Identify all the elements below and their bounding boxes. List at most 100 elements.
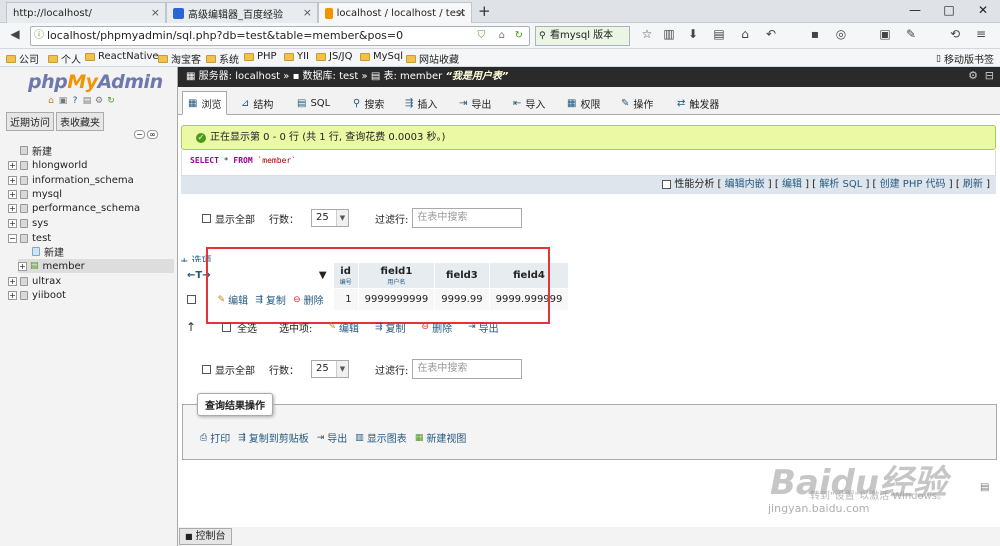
bookmark-folder[interactable]: 公司 <box>6 51 39 66</box>
tree-db-performance-schema[interactable]: + performance_schema <box>8 201 140 215</box>
extension-icon[interactable]: ▪ <box>806 27 824 41</box>
refresh-link[interactable]: 刷新 <box>963 179 983 190</box>
rows-select[interactable]: 25 ▼ <box>311 209 349 227</box>
bookmark-folder[interactable]: 个人 <box>48 51 81 66</box>
collapse-icon[interactable]: ⊟ <box>985 69 994 82</box>
print-button[interactable]: ⎙ 打印 <box>200 430 230 446</box>
screenshot-icon[interactable]: ▣ <box>876 27 894 41</box>
home-icon[interactable]: ⌂ <box>499 27 505 45</box>
help-icon[interactable]: ? <box>70 96 80 106</box>
maximize-button[interactable]: □ <box>932 0 966 22</box>
collapse-all-icon[interactable]: − <box>134 130 145 139</box>
tab-search[interactable]: ⚲ 搜索 <box>348 91 389 115</box>
export-button[interactable]: ⇥ 导出 <box>317 430 348 446</box>
bulk-delete-button[interactable]: ⊖ 删除 <box>422 320 453 335</box>
create-view-button[interactable]: ▦ 新建视图 <box>415 430 467 446</box>
cell-field1[interactable]: 9999999999 <box>358 288 436 310</box>
link-icon[interactable]: ∞ <box>147 130 158 139</box>
breadcrumb-table[interactable]: member <box>400 71 442 82</box>
collapse-icon[interactable]: − <box>8 233 17 243</box>
explain-sql-link[interactable]: 解析 SQL <box>819 179 862 190</box>
select-all-checkbox[interactable] <box>222 322 232 332</box>
show-all-checkbox[interactable] <box>202 213 211 223</box>
settings-icon[interactable]: ⚙ <box>968 69 978 82</box>
search-box[interactable]: ⚲ 看mysql 版本 <box>535 26 630 46</box>
expand-icon[interactable]: + <box>18 261 27 271</box>
minimize-button[interactable]: — <box>898 0 932 22</box>
tab-browse[interactable]: ▦ 浏览 <box>182 91 228 115</box>
copy-clipboard-button[interactable]: ⇶ 复制到剪贴板 <box>238 430 309 446</box>
bulk-copy-button[interactable]: ⇶ 复制 <box>375 320 406 335</box>
recent-tab[interactable]: 近期访问 <box>6 112 54 131</box>
back-arrow-icon[interactable]: ◀ <box>6 27 24 41</box>
logout-icon[interactable]: ▣ <box>58 96 68 106</box>
tab-export[interactable]: ⇥ 导出 <box>454 91 496 115</box>
filter-input[interactable]: 在表中搜索 <box>412 359 523 379</box>
expand-icon[interactable]: + <box>8 203 17 213</box>
display-chart-button[interactable]: ▥ 显示图表 <box>355 430 407 446</box>
tree-db-mysql[interactable]: + mysql <box>8 187 62 201</box>
reader-icon[interactable]: ▤ <box>710 27 728 41</box>
tree-new-database[interactable]: 新建 <box>8 143 52 158</box>
column-header-field1[interactable]: field1 用户名 <box>357 262 436 289</box>
edit-link[interactable]: 编辑 <box>782 179 802 190</box>
delete-row-button[interactable]: ⊖ 删除 <box>293 292 324 308</box>
browser-tab-baidu[interactable]: 高级编辑器_百度经验 × <box>166 2 318 23</box>
brush-icon[interactable]: ✎ <box>902 27 920 41</box>
address-bar[interactable]: ⓘ localhost/phpmyadmin/sql.php?db=test&t… <box>30 26 530 46</box>
bookmark-folder[interactable]: ReactNative <box>85 51 159 62</box>
tree-db-ultrax[interactable]: + ultrax <box>8 274 61 288</box>
cell-field3[interactable]: 9999.99 <box>434 288 490 310</box>
phpmyadmin-logo[interactable]: phpMyAdmin <box>28 71 163 93</box>
copy-row-button[interactable]: ⇶ 复制 <box>255 292 286 308</box>
show-all-checkbox[interactable] <box>202 364 211 374</box>
tab-privileges[interactable]: ▦ 权限 <box>562 91 605 115</box>
mobile-bookmarks[interactable]: ▯ 移动版书签 <box>936 51 994 67</box>
bookmark-folder[interactable]: JS/JQ <box>316 51 353 62</box>
row-checkbox[interactable] <box>186 294 196 304</box>
browser-tab-localhost[interactable]: http://localhost/ × <box>6 2 166 23</box>
bookmark-folder[interactable]: PHP <box>244 51 277 62</box>
browser-tab-phpmyadmin[interactable]: localhost / localhost / test × <box>318 2 472 24</box>
profiling-checkbox[interactable] <box>662 179 672 189</box>
filter-input[interactable]: 在表中搜索 <box>412 208 523 228</box>
edit-row-button[interactable]: ✎ 编辑 <box>218 292 249 308</box>
expand-icon[interactable]: + <box>8 160 17 170</box>
tab-triggers[interactable]: ⇄ 触发器 <box>672 91 724 115</box>
library-icon[interactable]: ▥ <box>660 27 678 41</box>
bookmark-folder[interactable]: 系统 <box>206 51 239 66</box>
sort-dropdown[interactable]: ▼ <box>216 262 334 289</box>
palette-icon[interactable]: ◎ <box>832 27 850 41</box>
bookmark-folder[interactable]: YII <box>284 51 309 62</box>
sql-query-display[interactable]: SELECT * FROM `member` <box>181 150 996 176</box>
tab-import[interactable]: ⇤ 导入 <box>508 91 550 115</box>
expand-icon[interactable]: + <box>8 218 17 228</box>
tab-sql[interactable]: ▤ SQL <box>292 91 335 115</box>
close-icon[interactable]: × <box>151 6 160 19</box>
home-icon[interactable]: ⌂ <box>736 27 754 41</box>
new-tab-button[interactable]: + <box>478 2 491 20</box>
bookmark-folder[interactable]: 网站收藏 <box>406 51 459 66</box>
download-icon[interactable]: ⬇ <box>684 27 702 41</box>
console-button[interactable]: ■ 控制台 <box>179 528 232 545</box>
tree-db-information-schema[interactable]: + information_schema <box>8 173 134 187</box>
star-icon[interactable]: ☆ <box>638 27 656 41</box>
column-header-field3[interactable]: field3 <box>434 262 490 289</box>
create-php-code-link[interactable]: 创建 PHP 代码 <box>880 179 946 190</box>
reload-icon[interactable]: ↻ <box>106 96 116 106</box>
rows-select[interactable]: 25 ▼ <box>311 360 349 378</box>
tab-structure[interactable]: ⊿ 结构 <box>236 91 278 115</box>
settings-icon[interactable]: ⚙ <box>94 96 104 106</box>
column-header-id[interactable]: id 编号 <box>332 262 359 289</box>
tree-db-yiiboot[interactable]: + yiiboot <box>8 288 66 302</box>
edit-inline-link[interactable]: 编辑内嵌 <box>725 179 765 190</box>
column-arrows-icon[interactable]: ←T→ <box>180 262 218 289</box>
favorites-tab[interactable]: 表收藏夹 <box>56 112 104 131</box>
bulk-export-button[interactable]: ⇥ 导出 <box>468 320 499 335</box>
expand-icon[interactable]: + <box>8 189 17 199</box>
undo-icon[interactable]: ↶ <box>762 27 780 41</box>
tree-new-table[interactable]: 新建 <box>32 244 64 259</box>
expand-icon[interactable]: + <box>8 276 17 286</box>
bookmark-folder[interactable]: MySql <box>360 51 403 62</box>
tab-operations[interactable]: ✎ 操作 <box>616 91 658 115</box>
